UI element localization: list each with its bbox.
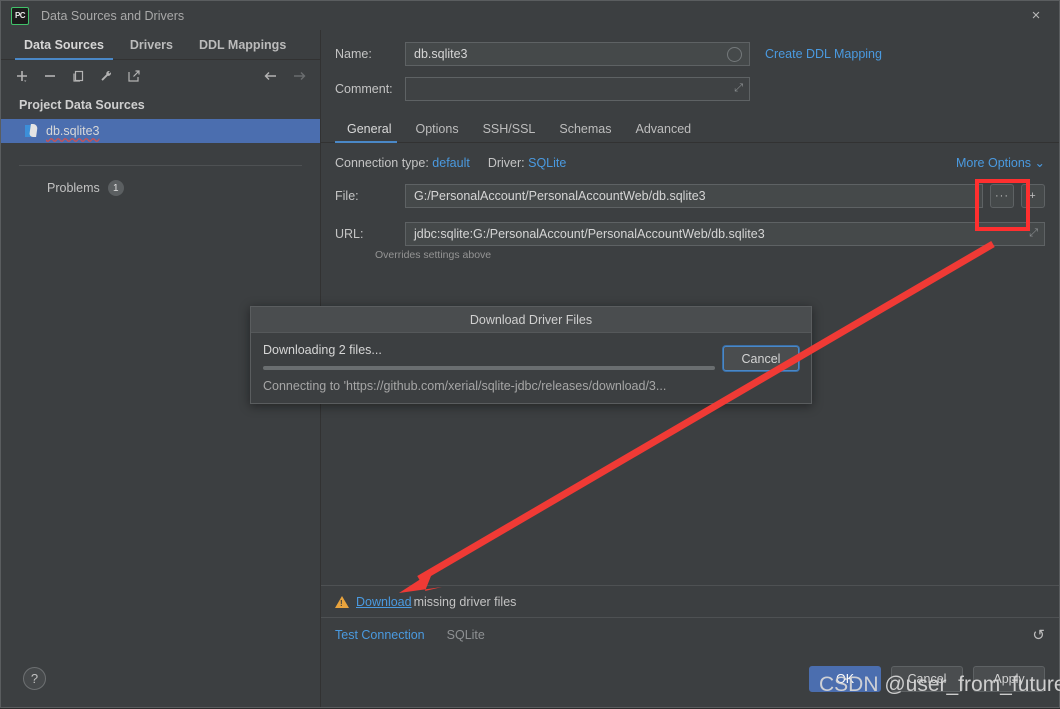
form-header: Name: db.sqlite3 Create DDL Mapping Comm… [321,30,1059,112]
name-row: Name: db.sqlite3 Create DDL Mapping [335,42,1045,66]
sidebar-empty-space [1,196,320,649]
sidebar-toolbar [1,60,320,92]
test-connection-bar: Test Connection SQLite ↺ [321,617,1059,651]
missing-driver-warning-bar: Download missing driver files [321,585,1059,617]
name-input[interactable]: db.sqlite3 [405,42,750,66]
window-title: Data Sources and Drivers [41,8,185,23]
overrides-note: Overrides settings above [375,249,492,261]
connection-type-value[interactable]: default [432,156,470,170]
tab-advanced[interactable]: Advanced [624,122,704,142]
remove-icon[interactable] [39,65,61,87]
loading-spinner-icon [727,47,742,62]
data-sources-and-drivers-dialog: PC Data Sources and Drivers × Data Sourc… [0,0,1060,708]
open-external-icon[interactable] [123,65,145,87]
browse-file-button[interactable]: ··· [990,184,1014,208]
name-label: Name: [335,47,372,61]
driver-value[interactable]: SQLite [528,156,566,170]
test-connection-link[interactable]: Test Connection [335,628,425,642]
comment-label: Comment: [335,82,393,96]
more-options-link[interactable]: More Options ⌄ [956,155,1045,170]
tab-data-sources[interactable]: Data Sources [11,38,117,60]
download-dialog-title: Download Driver Files [251,307,811,333]
back-icon[interactable] [260,65,282,87]
details-tab-bar: General Options SSH/SSL Schemas Advanced [321,116,1059,143]
download-detail-text: Connecting to 'https://github.com/xerial… [263,379,667,393]
connection-type-label: Connection type: [335,155,429,170]
file-input-value: G:/PersonalAccount/PersonalAccountWeb/db… [414,189,706,203]
help-area: ? [1,649,320,707]
tab-general[interactable]: General [335,122,403,143]
download-drivers-link[interactable]: Download [356,595,412,609]
sidebar-item-db-sqlite3[interactable]: db.sqlite3 [1,119,320,143]
comment-input[interactable]: ⤢ [405,77,750,101]
sqlite-icon [25,124,38,138]
warning-text: missing driver files [413,594,517,609]
tab-ddl-mappings[interactable]: DDL Mappings [186,38,299,59]
add-file-button[interactable]: + [1021,184,1045,208]
refresh-icon[interactable]: ↺ [1032,626,1045,644]
tab-schemas[interactable]: Schemas [547,122,623,142]
tab-drivers[interactable]: Drivers [117,38,186,59]
driver-status-text: SQLite [446,627,485,642]
url-expand-icon[interactable]: ⤢ [1029,228,1038,239]
download-status-text: Downloading 2 files... [263,343,382,357]
url-row: URL: jdbc:sqlite:G:/PersonalAccount/Pers… [321,208,1059,246]
file-label: File: [335,189,359,203]
file-input[interactable]: G:/PersonalAccount/PersonalAccountWeb/db… [405,184,983,208]
url-input[interactable]: jdbc:sqlite:G:/PersonalAccount/PersonalA… [405,222,1045,246]
watermark-text: CSDN @user_from_future [819,673,1060,696]
section-title-project-data-sources: Project Data Sources [19,98,145,112]
forward-icon[interactable] [288,65,310,87]
problems-label: Problems [47,181,100,195]
name-input-value: db.sqlite3 [414,47,468,61]
window-title-bar: PC Data Sources and Drivers × [1,1,1059,30]
expand-icon[interactable]: ⤢ [734,83,743,94]
download-driver-files-dialog: Download Driver Files Downloading 2 file… [250,306,812,404]
comment-row: Comment: ⤢ [335,77,1045,101]
url-label: URL: [335,227,364,241]
tab-options[interactable]: Options [403,122,470,142]
problems-row[interactable]: Problems 1 [1,166,320,196]
create-ddl-mapping-link[interactable]: Create DDL Mapping [765,47,882,61]
add-icon[interactable] [11,65,33,87]
wrench-icon[interactable] [95,65,117,87]
sidebar-item-label: db.sqlite3 [46,124,100,138]
file-row: File: G:/PersonalAccount/PersonalAccount… [321,170,1059,208]
sidebar-tab-bar: Data Sources Drivers DDL Mappings [1,30,320,60]
url-input-value: jdbc:sqlite:G:/PersonalAccount/PersonalA… [414,227,765,241]
download-cancel-button[interactable]: Cancel [723,346,799,371]
pycharm-logo-icon: PC [11,6,29,25]
copy-icon[interactable] [67,65,89,87]
download-dialog-body: Downloading 2 files... Connecting to 'ht… [251,333,811,393]
connection-info-row: Connection type: default Driver: SQLite … [321,143,1059,171]
driver-label: Driver: [487,155,525,170]
download-progress-bar [263,366,715,370]
close-icon[interactable]: × [1013,1,1059,30]
tab-ssh-ssl[interactable]: SSH/SSL [471,122,548,142]
help-icon[interactable]: ? [23,666,46,690]
warning-icon [335,595,349,608]
problems-count-badge: 1 [107,180,124,196]
